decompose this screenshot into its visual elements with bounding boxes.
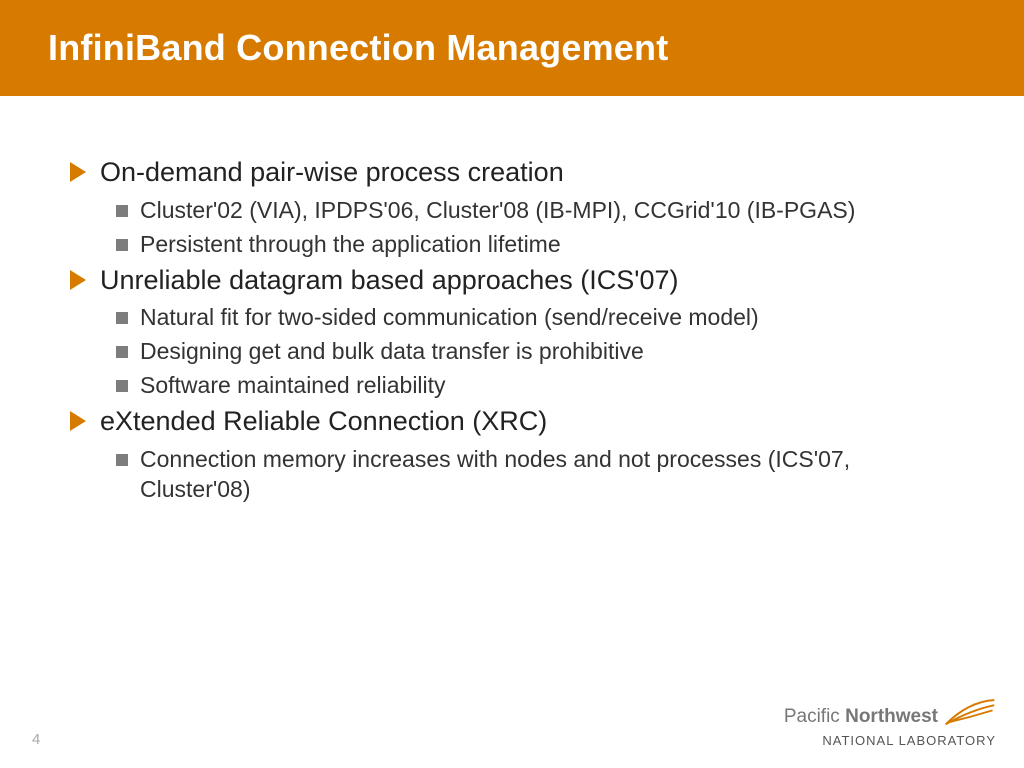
list-subitem-text: Designing get and bulk data transfer is … (140, 337, 644, 367)
square-bullet-icon (116, 239, 128, 251)
list-subitem: Cluster'02 (VIA), IPDPS'06, Cluster'08 (… (116, 196, 954, 226)
list-subitem-text: Natural fit for two-sided communication … (140, 303, 759, 333)
list-subitem-text: Persistent through the application lifet… (140, 230, 561, 260)
list-item-text: eXtended Reliable Connection (XRC) (100, 405, 547, 439)
list-subitem: Connection memory increases with nodes a… (116, 445, 954, 505)
list-subitem-text: Cluster'02 (VIA), IPDPS'06, Cluster'08 (… (140, 196, 855, 226)
swoosh-icon (944, 698, 996, 728)
list-item: On-demand pair-wise process creation (70, 156, 954, 190)
list-subitem-text: Connection memory increases with nodes a… (140, 445, 954, 505)
square-bullet-icon (116, 312, 128, 324)
square-bullet-icon (116, 380, 128, 392)
triangle-bullet-icon (70, 411, 86, 431)
list-subitem: Designing get and bulk data transfer is … (116, 337, 954, 367)
list-subitem: Natural fit for two-sided communication … (116, 303, 954, 333)
list-item-text: Unreliable datagram based approaches (IC… (100, 264, 678, 298)
logo-brand-line: Pacific Northwest (784, 702, 996, 732)
list-subitem: Persistent through the application lifet… (116, 230, 954, 260)
list-item: eXtended Reliable Connection (XRC) (70, 405, 954, 439)
list-item-text: On-demand pair-wise process creation (100, 156, 564, 190)
triangle-bullet-icon (70, 270, 86, 290)
square-bullet-icon (116, 346, 128, 358)
list-subitem: Software maintained reliability (116, 371, 954, 401)
pnnl-logo: Pacific Northwest NATIONAL LABORATORY (784, 702, 996, 748)
logo-brand-b: Northwest (845, 706, 938, 727)
square-bullet-icon (116, 205, 128, 217)
page-number: 4 (32, 731, 40, 748)
logo-brand-a: Pacific (784, 706, 840, 727)
title-bar: InfiniBand Connection Management (0, 0, 1024, 96)
square-bullet-icon (116, 454, 128, 466)
slide-content: On-demand pair-wise process creation Clu… (0, 96, 1024, 504)
logo-subtext: NATIONAL LABORATORY (784, 733, 996, 748)
triangle-bullet-icon (70, 162, 86, 182)
logo-brand-text: Pacific Northwest (784, 706, 938, 728)
list-item: Unreliable datagram based approaches (IC… (70, 264, 954, 298)
slide: InfiniBand Connection Management On-dema… (0, 0, 1024, 768)
list-subitem-text: Software maintained reliability (140, 371, 446, 401)
slide-title: InfiniBand Connection Management (48, 27, 668, 69)
